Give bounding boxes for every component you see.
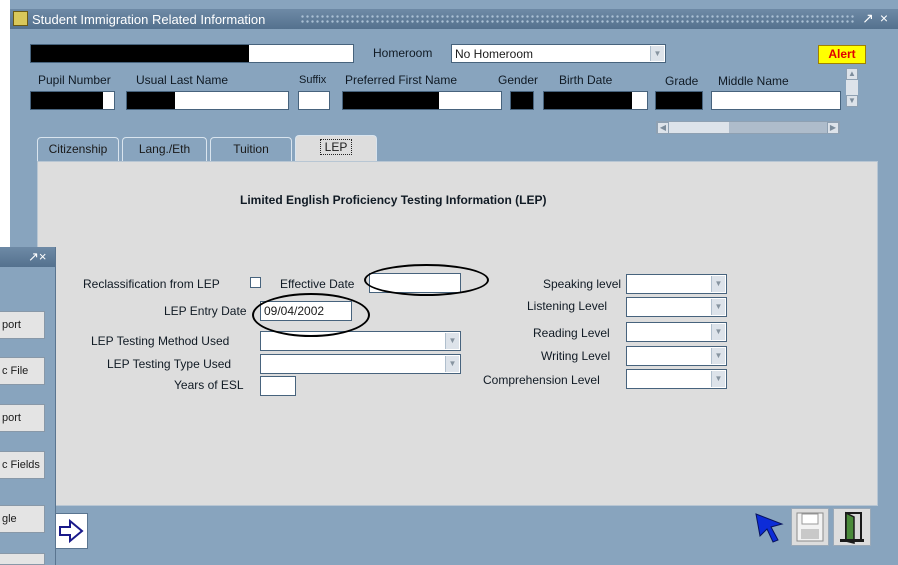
floppy-disk-icon: [796, 512, 824, 542]
years-esl-field[interactable]: [260, 376, 296, 396]
gender-label: Gender: [498, 73, 539, 87]
chevron-down-icon[interactable]: ▼: [711, 299, 725, 315]
horizontal-scrollbar[interactable]: ◀ ▶: [656, 121, 840, 134]
door-exit-icon: [840, 511, 864, 544]
window-title: Student Immigration Related Information: [32, 12, 266, 27]
testing-type-label: LEP Testing Type Used: [107, 357, 232, 371]
comprehension-level-select[interactable]: ▼: [626, 369, 727, 389]
chevron-down-icon[interactable]: ▼: [711, 324, 725, 340]
tab-lang-eth[interactable]: Lang./Eth: [122, 137, 207, 161]
tab-lep[interactable]: LEP: [295, 135, 377, 162]
lep-entry-date-label: LEP Entry Date: [164, 304, 247, 318]
redacted-birth-date: [544, 92, 632, 109]
maximize-icon[interactable]: ↗: [860, 10, 876, 27]
side-button-fields[interactable]: c Fields: [0, 451, 45, 479]
alert-button[interactable]: Alert: [818, 45, 866, 64]
testing-method-label: LEP Testing Method Used: [91, 334, 230, 348]
reading-level-label: Reading Level: [533, 326, 610, 340]
usual-last-name-label: Usual Last Name: [136, 73, 229, 87]
redacted-grade: [656, 92, 702, 109]
chevron-down-icon[interactable]: ▼: [711, 276, 725, 292]
tab-citizenship[interactable]: Citizenship: [37, 137, 119, 161]
scroll-left-icon[interactable]: ◀: [657, 122, 669, 134]
scroll-down-icon[interactable]: ▼: [846, 95, 858, 107]
tab-lep-label: LEP: [319, 139, 353, 155]
redacted-gender: [511, 92, 533, 109]
pupil-number-label: Pupil Number: [38, 73, 111, 87]
student-name-field[interactable]: [30, 44, 354, 63]
homeroom-value: No Homeroom: [455, 47, 534, 61]
highlight-ellipse-entry-date: [252, 293, 370, 337]
highlight-ellipse-effective-date: [364, 264, 489, 296]
next-button[interactable]: [54, 513, 88, 549]
chevron-down-icon[interactable]: ▼: [711, 371, 725, 387]
chevron-down-icon[interactable]: ▼: [711, 348, 725, 364]
tab-tuition[interactable]: Tuition: [210, 137, 292, 161]
redacted-first-name: [343, 92, 439, 109]
scroll-up-icon[interactable]: ▲: [846, 68, 858, 80]
side-button-import[interactable]: port: [0, 404, 45, 432]
close-icon[interactable]: ×: [876, 10, 892, 27]
side-button-partial[interactable]: [0, 553, 45, 565]
chevron-down-icon[interactable]: ▼: [650, 46, 664, 61]
main-window: Student Immigration Related Information …: [10, 0, 898, 565]
side-window-controls[interactable]: ↗×: [28, 249, 46, 265]
effective-date-label: Effective Date: [280, 277, 355, 291]
listening-level-label: Listening Level: [527, 299, 608, 313]
arrow-right-icon: [59, 518, 84, 544]
redacted-name: [31, 45, 249, 62]
exit-button[interactable]: [833, 508, 871, 546]
grade-label: Grade: [665, 74, 699, 88]
side-button-single[interactable]: gle: [0, 505, 45, 533]
redacted-pupil-number: [31, 92, 103, 109]
side-window: ↗× port c File port c Fields gle: [0, 247, 56, 565]
save-button[interactable]: [791, 508, 829, 546]
writing-level-select[interactable]: ▼: [626, 346, 727, 366]
scroll-right-icon[interactable]: ▶: [827, 122, 839, 134]
title-bar-grip: [300, 14, 855, 23]
app-icon: [13, 11, 28, 26]
suffix-field[interactable]: [298, 91, 330, 110]
comprehension-level-label: Comprehension Level: [483, 373, 600, 387]
gender-field[interactable]: [510, 91, 534, 110]
pupil-number-field[interactable]: [30, 91, 115, 110]
grade-field[interactable]: [655, 91, 703, 110]
suffix-label: Suffix: [299, 74, 327, 86]
side-button-file[interactable]: c File: [0, 357, 45, 385]
homeroom-select[interactable]: No Homeroom ▼: [451, 44, 666, 63]
reclassification-checkbox[interactable]: [250, 277, 261, 288]
speaking-level-select[interactable]: ▼: [626, 274, 727, 294]
reclassification-label: Reclassification from LEP: [83, 277, 220, 291]
redacted-last-name: [127, 92, 175, 109]
vertical-scroll-track[interactable]: [846, 80, 858, 95]
writing-level-label: Writing Level: [541, 349, 611, 363]
side-window-title-bar[interactable]: ↗×: [0, 247, 55, 267]
usual-last-name-field[interactable]: [126, 91, 289, 110]
middle-name-field[interactable]: [711, 91, 841, 110]
listening-level-select[interactable]: ▼: [626, 297, 727, 317]
birth-date-label: Birth Date: [559, 73, 613, 87]
homeroom-label: Homeroom: [373, 46, 433, 60]
speaking-level-label: Speaking level: [543, 277, 622, 291]
years-esl-label: Years of ESL: [174, 378, 244, 392]
pointer-button[interactable]: [752, 510, 786, 546]
preferred-first-name-field[interactable]: [342, 91, 502, 110]
scroll-thumb[interactable]: [669, 122, 729, 133]
preferred-first-name-label: Preferred First Name: [345, 73, 458, 87]
window-title-bar[interactable]: Student Immigration Related Information …: [10, 9, 898, 29]
middle-name-label: Middle Name: [718, 74, 789, 88]
chevron-down-icon[interactable]: ▼: [445, 333, 459, 349]
reading-level-select[interactable]: ▼: [626, 322, 727, 342]
cursor-arrow-icon: [755, 513, 784, 543]
chevron-down-icon[interactable]: ▼: [445, 356, 459, 372]
birth-date-field[interactable]: [543, 91, 648, 110]
testing-type-select[interactable]: ▼: [260, 354, 461, 374]
side-button-report[interactable]: port: [0, 311, 45, 339]
lep-heading: Limited English Proficiency Testing Info…: [240, 193, 547, 207]
